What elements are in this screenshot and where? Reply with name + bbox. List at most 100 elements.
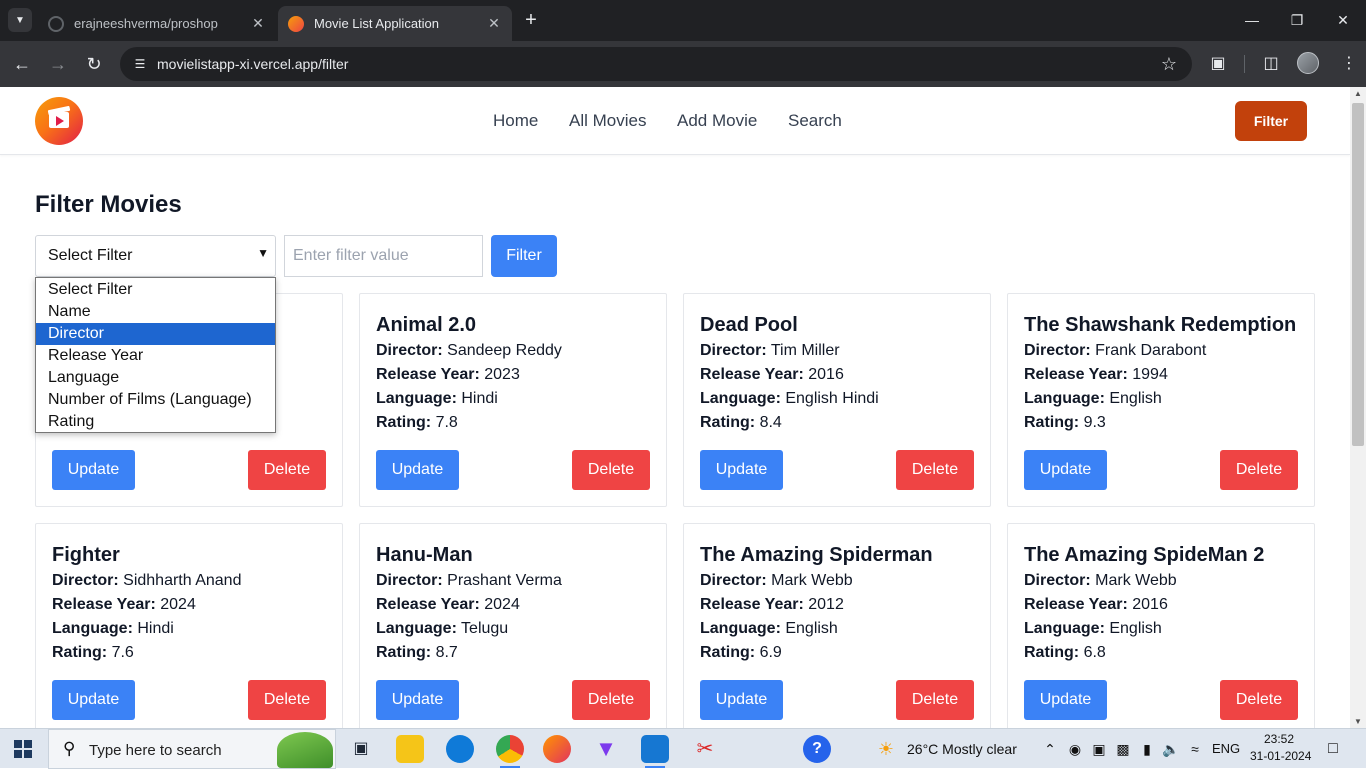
language-row: Language: English Hindi: [700, 390, 879, 408]
dropdown-option[interactable]: Language: [36, 367, 275, 389]
notifications-icon[interactable]: □: [1322, 739, 1344, 759]
tab-movie-list[interactable]: Movie List Application ✕: [278, 6, 512, 41]
delete-button[interactable]: Delete: [248, 680, 326, 720]
nav-all-movies-link[interactable]: All Movies: [569, 111, 646, 131]
volume-icon[interactable]: 🔈: [1162, 739, 1180, 759]
nav-search-link[interactable]: Search: [788, 111, 842, 131]
snipping-tool-icon[interactable]: ✂: [691, 735, 719, 763]
update-button[interactable]: Update: [52, 680, 135, 720]
rating-value: 7.8: [435, 414, 458, 431]
windows-start-icon[interactable]: [14, 740, 32, 758]
tab-proshop[interactable]: erajneeshverma/proshop ✕: [38, 6, 276, 41]
rating-value: 6.9: [759, 644, 782, 661]
bookmark-star-icon[interactable]: ☆: [1158, 53, 1180, 75]
weather-text[interactable]: 26°C Mostly clear: [907, 741, 1017, 757]
apply-filter-button[interactable]: Filter: [491, 235, 557, 277]
movie-card: The Amazing SpideMan 2 Director: Mark We…: [1007, 523, 1315, 728]
meet-now-icon[interactable]: ▣: [1090, 739, 1108, 759]
wifi-icon[interactable]: ≈: [1186, 739, 1204, 759]
close-tab-icon[interactable]: ✕: [250, 15, 266, 32]
scroll-down-icon[interactable]: ▼: [1354, 717, 1362, 726]
delete-button[interactable]: Delete: [1220, 450, 1298, 490]
year-value: 2024: [160, 596, 196, 613]
file-explorer-icon[interactable]: [396, 735, 424, 763]
reload-icon[interactable]: ↻: [81, 51, 107, 77]
page-title: Filter Movies: [35, 191, 182, 218]
battery-icon[interactable]: ▮: [1138, 739, 1156, 759]
delete-button[interactable]: Delete: [896, 680, 974, 720]
input-language[interactable]: ENG: [1212, 741, 1240, 756]
task-view-icon[interactable]: ▣: [347, 735, 375, 763]
scrollbar-thumb[interactable]: [1352, 103, 1364, 446]
dropdown-option[interactable]: Select Filter: [36, 279, 275, 301]
tab-title: Movie List Application: [314, 16, 440, 31]
update-button[interactable]: Update: [1024, 680, 1107, 720]
update-button[interactable]: Update: [700, 450, 783, 490]
profile-avatar[interactable]: [1297, 52, 1319, 74]
more-menu-icon[interactable]: ⋮: [1337, 52, 1361, 76]
site-info-icon[interactable]: ☰: [130, 54, 150, 74]
display-icon[interactable]: ▩: [1114, 739, 1132, 759]
movie-card: Fighter Director: Sidhharth Anand Releas…: [35, 523, 343, 728]
update-button[interactable]: Update: [52, 450, 135, 490]
firefox-browser-icon[interactable]: [543, 735, 571, 763]
year-value: 2024: [484, 596, 520, 613]
dropdown-option-highlighted[interactable]: Director: [36, 323, 275, 345]
year-value: 2023: [484, 366, 520, 383]
rating-row: Rating: 6.9: [700, 644, 782, 662]
dropdown-option[interactable]: Rating: [36, 411, 275, 433]
movie-title: The Amazing SpideMan 2: [1024, 544, 1265, 566]
director-value: Frank Darabont: [1095, 342, 1207, 359]
rating-row: Rating: 6.8: [1024, 644, 1106, 662]
nav-add-movie-link[interactable]: Add Movie: [677, 111, 757, 131]
delete-button[interactable]: Delete: [572, 680, 650, 720]
delete-button[interactable]: Delete: [1220, 680, 1298, 720]
update-button[interactable]: Update: [376, 680, 459, 720]
scroll-up-icon[interactable]: ▲: [1354, 89, 1362, 98]
close-tab-icon[interactable]: ✕: [486, 15, 502, 32]
delete-button[interactable]: Delete: [572, 450, 650, 490]
page-scrollbar[interactable]: ▲ ▼: [1350, 87, 1366, 728]
director-value: Mark Webb: [1095, 572, 1177, 589]
clock-date[interactable]: 31-01-2024: [1250, 749, 1311, 763]
chrome-browser-icon[interactable]: [496, 735, 524, 768]
clock-time[interactable]: 23:52: [1264, 732, 1294, 746]
delete-button[interactable]: Delete: [896, 450, 974, 490]
side-panel-icon[interactable]: ◫: [1259, 52, 1283, 76]
update-button[interactable]: Update: [1024, 450, 1107, 490]
address-bar[interactable]: ☰ movielistapp-xi.vercel.app/filter ☆: [120, 47, 1192, 81]
movie-card: Animal 2.0 Director: Sandeep Reddy Relea…: [359, 293, 667, 507]
filter-type-select[interactable]: Select Filter ▼: [35, 235, 276, 277]
delete-button[interactable]: Delete: [248, 450, 326, 490]
edge-browser-icon[interactable]: [446, 735, 474, 763]
chevron-up-icon[interactable]: ⌃: [1041, 739, 1059, 759]
nav-filter-button[interactable]: Filter: [1235, 101, 1307, 141]
minimize-icon[interactable]: —: [1240, 8, 1264, 32]
dropdown-option[interactable]: Name: [36, 301, 275, 323]
help-icon[interactable]: ?: [803, 735, 831, 763]
director-value: Sidhharth Anand: [123, 572, 242, 589]
browser-toolbar: ← → ↻ ☰ movielistapp-xi.vercel.app/filte…: [0, 41, 1366, 87]
extensions-icon[interactable]: ▣: [1206, 52, 1230, 76]
filter-value-input[interactable]: [284, 235, 483, 277]
update-button[interactable]: Update: [700, 680, 783, 720]
language-value: Telugu: [461, 620, 509, 637]
new-tab-icon[interactable]: +: [520, 9, 542, 31]
director-value: Prashant Verma: [447, 572, 562, 589]
nav-home-link[interactable]: Home: [493, 111, 538, 131]
dropdown-option[interactable]: Number of Films (Language): [36, 389, 275, 411]
taskbar-search-box[interactable]: ⚲ Type here to search: [48, 729, 336, 769]
restore-icon[interactable]: ❐: [1285, 8, 1309, 32]
director-row: Director: Mark Webb: [700, 572, 853, 590]
forward-icon[interactable]: →: [45, 51, 71, 77]
tab-search-menu-icon[interactable]: ▼: [8, 8, 32, 32]
record-icon[interactable]: ◉: [1066, 739, 1084, 759]
update-button[interactable]: Update: [376, 450, 459, 490]
vscode-icon[interactable]: [641, 735, 669, 768]
director-row: Director: Prashant Verma: [376, 572, 562, 590]
close-window-icon[interactable]: ✕: [1331, 8, 1355, 32]
back-icon[interactable]: ←: [9, 51, 35, 77]
dropdown-option[interactable]: Release Year: [36, 345, 275, 367]
weather-icon[interactable]: ☀: [873, 739, 899, 759]
proton-vpn-icon[interactable]: ▼: [592, 735, 620, 763]
